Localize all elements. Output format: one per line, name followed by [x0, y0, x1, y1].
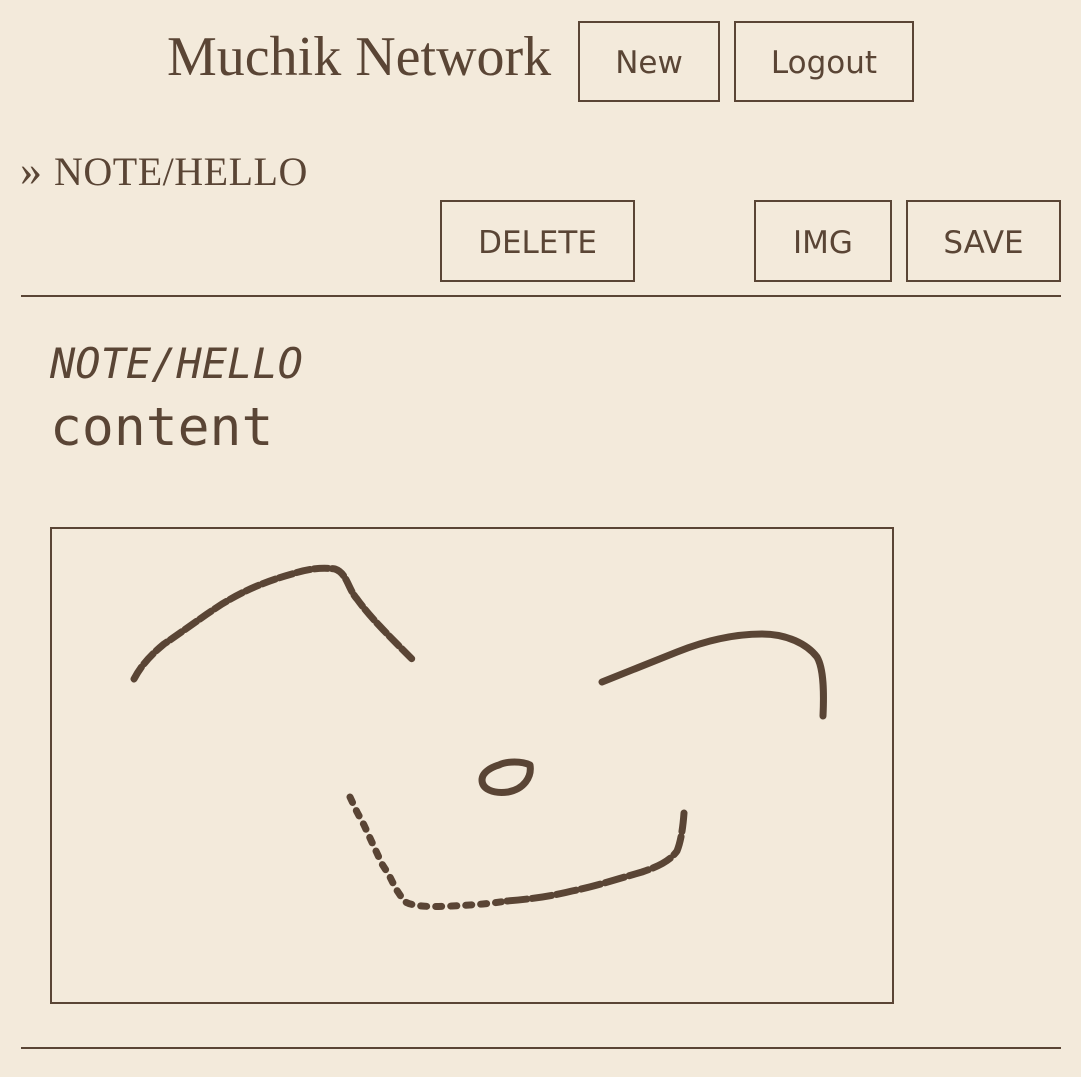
sketch-left-brow	[130, 564, 416, 683]
logout-button[interactable]: Logout	[734, 21, 914, 102]
sketch-canvas[interactable]	[50, 527, 894, 1004]
breadcrumb: » NOTE/HELLO	[20, 145, 308, 198]
sketch-nose	[478, 758, 534, 796]
divider-top	[21, 295, 1061, 297]
img-button[interactable]: IMG	[754, 200, 892, 282]
note-title: NOTE/HELLO	[50, 339, 303, 388]
save-button[interactable]: SAVE	[906, 200, 1061, 282]
brand-title: Muchik Network	[167, 26, 552, 88]
sketch-mouth-left	[346, 793, 511, 910]
delete-button[interactable]: DELETE	[440, 200, 635, 282]
note-body: content	[50, 397, 274, 458]
chevron-right-icon: »	[20, 146, 42, 195]
sketch-right-brow	[598, 630, 827, 720]
breadcrumb-path: NOTE/HELLO	[54, 149, 308, 194]
new-button[interactable]: New	[578, 21, 720, 102]
divider-bottom	[21, 1047, 1061, 1049]
sketch-mouth-right	[503, 809, 688, 905]
